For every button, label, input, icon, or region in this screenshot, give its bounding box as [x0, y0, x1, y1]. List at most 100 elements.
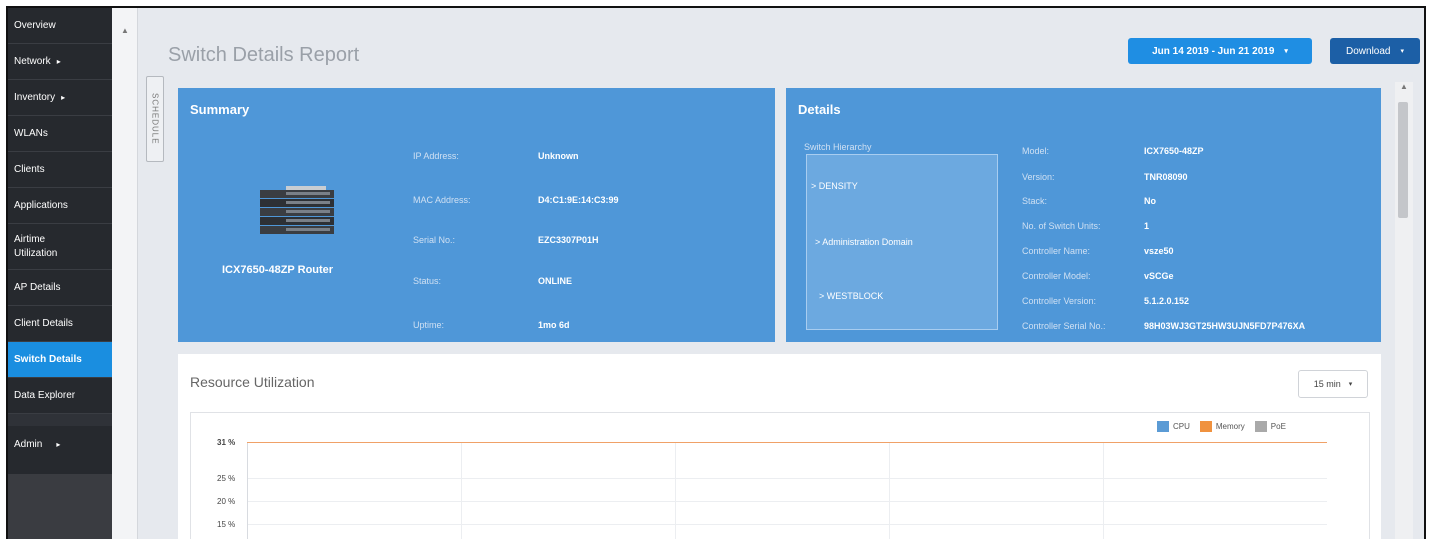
scrollbar-thumb[interactable] — [1398, 102, 1408, 218]
controller-model-label: Controller Model: — [1022, 271, 1091, 281]
interval-select[interactable]: 15 min ▾ — [1298, 370, 1368, 398]
date-range-button[interactable]: Jun 14 2019 - Jun 21 2019 ▾ — [1128, 38, 1312, 64]
sidebar-item-airtime-utilization[interactable]: Airtime Utilization — [8, 224, 112, 270]
chart-legend: CPU Memory PoE — [1157, 421, 1290, 432]
sidebar-divider — [8, 414, 112, 426]
chevron-down-icon: ▾ — [1400, 48, 1404, 55]
hierarchy-item-westblock[interactable]: > WESTBLOCK — [819, 291, 883, 301]
summary-card: Summary ICX7650-48ZP Router IP Address: … — [178, 88, 775, 342]
status-value: ONLINE — [538, 276, 573, 286]
sidebar-item-label: Data Explorer — [14, 390, 76, 401]
schedule-tab[interactable]: SCHEDULE — [146, 76, 164, 162]
y-axis — [247, 442, 248, 539]
stack-value: No — [1144, 196, 1156, 206]
sidebar-item-inventory[interactable]: Inventory ▸ — [8, 80, 112, 116]
date-range-label: Jun 14 2019 - Jun 21 2019 — [1152, 45, 1275, 57]
download-label: Download — [1346, 45, 1391, 57]
version-value: TNR08090 — [1144, 172, 1188, 182]
ip-address-value: Unknown — [538, 151, 579, 161]
sidebar-item-label: Admin — [14, 438, 43, 450]
sidebar-item-label: Applications — [14, 200, 68, 211]
controller-model-value: vSCGe — [1144, 271, 1174, 281]
y-gridline — [247, 478, 1327, 479]
sidebar: Overview Network ▸ Inventory ▸ WLANs Clien… — [8, 8, 112, 539]
sidebar-item-network[interactable]: Network ▸ — [8, 44, 112, 80]
device-name: ICX7650-48ZP Router — [222, 264, 334, 276]
sidebar-item-admin[interactable]: Admin ▸ — [8, 426, 112, 462]
switch-units-value: 1 — [1144, 221, 1150, 231]
sidebar-item-label: Overview — [14, 20, 56, 31]
sidebar-item-label: Client Details — [14, 318, 73, 329]
page-title: Switch Details Report — [168, 44, 360, 66]
interval-value: 15 min — [1313, 379, 1341, 389]
legend-swatch — [1157, 421, 1169, 432]
y-tick-label: 15 % — [217, 520, 236, 529]
sidebar-footer — [8, 474, 112, 539]
sidebar-item-switch-details[interactable]: Switch Details — [8, 342, 112, 378]
mac-address-label: MAC Address: — [413, 195, 471, 205]
x-gridline — [675, 442, 676, 539]
legend-item-poe[interactable]: PoE — [1254, 421, 1286, 432]
sidebar-item-label: WLANs — [14, 128, 48, 139]
controller-version-label: Controller Version: — [1022, 296, 1097, 306]
model-value: ICX7650-48ZP — [1144, 146, 1204, 156]
sidebar-item-label: Switch Details — [14, 354, 82, 365]
sidebar-item-label: Network — [14, 56, 51, 67]
sidebar-item-data-explorer[interactable]: Data Explorer — [8, 378, 112, 414]
x-gridline — [1103, 442, 1104, 539]
switch-hierarchy-label: Switch Hierarchy — [804, 142, 872, 152]
sidebar-item-ap-details[interactable]: AP Details — [8, 270, 112, 306]
scroll-up-icon[interactable]: ▲ — [1400, 82, 1408, 91]
legend-label: Memory — [1215, 422, 1245, 431]
hierarchy-item-admin-domain[interactable]: > Administration Domain — [815, 237, 913, 247]
details-card: Details Switch Hierarchy > DENSITY > Adm… — [786, 88, 1381, 342]
caret-right-icon: ▸ — [56, 57, 61, 66]
x-gridline — [461, 442, 462, 539]
legend-label: PoE — [1270, 422, 1286, 431]
details-title: Details — [798, 102, 841, 117]
serial-label: Serial No.: — [413, 235, 456, 245]
ip-address-label: IP Address: — [413, 151, 459, 161]
controller-version-value: 5.1.2.0.152 — [1144, 296, 1190, 306]
uptime-label: Uptime: — [413, 320, 445, 330]
serial-value: EZC3307P01H — [538, 235, 599, 245]
legend-item-cpu[interactable]: CPU — [1157, 421, 1190, 432]
hierarchy-item-density[interactable]: > DENSITY — [811, 181, 858, 191]
sidebar-scrollbar[interactable]: ▲ — [112, 8, 138, 539]
status-label: Status: — [413, 276, 442, 286]
controller-name-value: vsze50 — [1144, 246, 1174, 256]
y-gridline — [247, 501, 1327, 502]
stack-label: Stack: — [1022, 196, 1048, 206]
switch-hierarchy-tree: > DENSITY > Administration Domain > WEST… — [806, 154, 998, 330]
controller-serial-value: 98H03WJ3GT25HW3UJN5FD7P476XA — [1144, 321, 1306, 331]
sidebar-item-applications[interactable]: Applications — [8, 188, 112, 224]
legend-swatch — [1254, 421, 1267, 432]
y-tick-label: 20 % — [217, 497, 236, 506]
resource-utilization-panel: Resource Utilization 15 min ▾ CPU Memory… — [178, 354, 1381, 539]
resource-utilization-title: Resource Utilization — [190, 374, 315, 390]
caret-right-icon: ▸ — [56, 439, 61, 449]
mac-address-value: D4:C1:9E:14:C3:99 — [538, 195, 619, 205]
content-scrollbar[interactable]: ▲ — [1395, 82, 1413, 539]
switch-units-label: No. of Switch Units: — [1022, 221, 1101, 231]
download-button[interactable]: Download ▾ — [1330, 38, 1420, 64]
switch-device-icon — [260, 186, 334, 234]
app-window: Overview Network ▸ Inventory ▸ WLANs Clien… — [6, 6, 1426, 539]
sidebar-item-label: AP Details — [14, 282, 61, 293]
y-gridline — [247, 524, 1327, 525]
summary-title: Summary — [190, 102, 250, 117]
schedule-label: SCHEDULE — [150, 93, 160, 145]
sidebar-item-overview[interactable]: Overview — [8, 8, 112, 44]
sidebar-item-label: Inventory — [14, 92, 56, 103]
legend-item-memory[interactable]: Memory — [1199, 421, 1245, 432]
legend-swatch — [1199, 421, 1212, 432]
sidebar-item-wlans[interactable]: WLANs — [8, 116, 112, 152]
y-tick-label: 31 % — [217, 438, 236, 447]
uptime-value: 1mo 6d — [538, 320, 570, 330]
model-label: Model: — [1022, 146, 1050, 156]
sidebar-item-label: Airtime Utilization — [14, 233, 58, 259]
memory-series-line — [247, 442, 1327, 443]
sidebar-item-clients[interactable]: Clients — [8, 152, 112, 188]
sidebar-item-client-details[interactable]: Client Details — [8, 306, 112, 342]
scroll-up-icon[interactable]: ▲ — [121, 26, 129, 35]
